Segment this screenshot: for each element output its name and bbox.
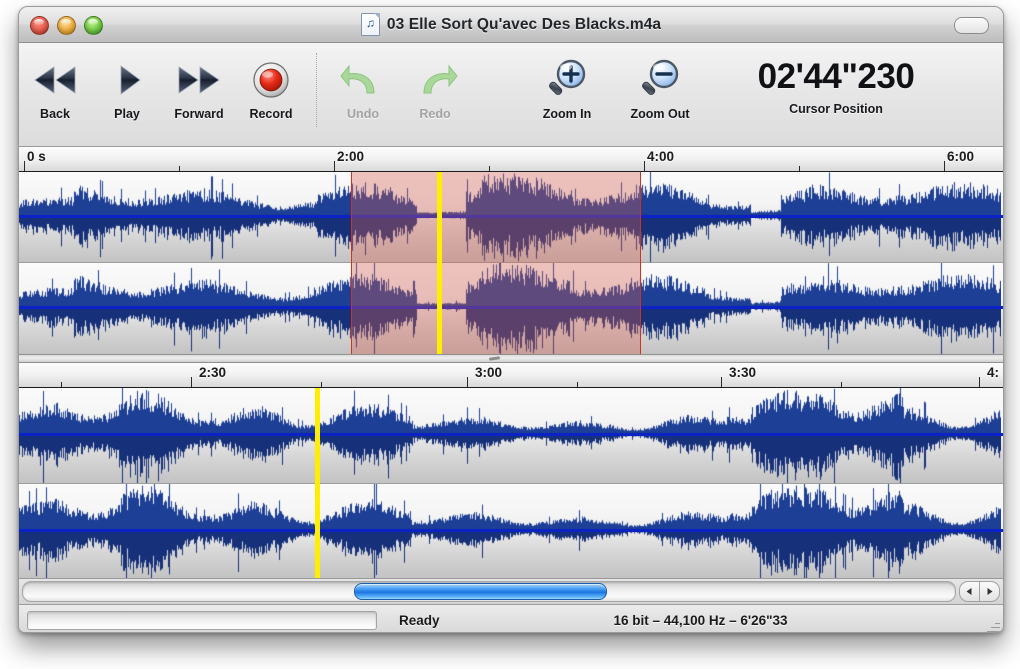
ruler-major-tick: [944, 161, 945, 171]
zoom-in-button[interactable]: Zoom In: [523, 50, 611, 121]
redo-arrow-icon: [412, 54, 458, 106]
ruler-major-tick: [979, 377, 980, 387]
ruler-major-tick: [721, 377, 722, 387]
zoom-out-label: Zoom Out: [630, 107, 689, 121]
ruler-minor-tick: [61, 382, 62, 387]
ruler-time-label: 3:00: [475, 365, 502, 380]
edit-group: Undo Redo: [327, 50, 471, 121]
overview-waveform-panel[interactable]: [19, 172, 1003, 354]
forward-button[interactable]: Forward: [163, 50, 235, 121]
detail-channel-left[interactable]: [19, 388, 1003, 483]
zoom-group: Zoom In Zoom Out: [523, 50, 709, 121]
overview-timeline-ruler[interactable]: 0 s 2:00 4:00 6:00: [19, 147, 1003, 172]
detail-channel-right[interactable]: [19, 483, 1003, 578]
window-resize-grip[interactable]: [986, 619, 1000, 633]
ruler-minor-tick: [321, 382, 322, 387]
record-label: Record: [249, 107, 292, 121]
ruler-minor-tick: [577, 382, 578, 387]
ruler-major-tick: [24, 161, 25, 171]
status-bar: Ready 16 bit – 44,100 Hz – 6'26"33: [19, 604, 1003, 633]
ruler-time-label: 0 s: [27, 149, 46, 164]
main-toolbar: Back: [19, 43, 1003, 147]
ruler-time-label: 2:00: [337, 149, 364, 164]
record-icon: [251, 54, 291, 106]
ruler-major-tick: [467, 377, 468, 387]
play-icon: [109, 54, 145, 106]
scrollbar-thumb[interactable]: [354, 583, 608, 600]
ruler-major-tick: [191, 377, 192, 387]
play-button[interactable]: Play: [91, 50, 163, 121]
scroll-right-arrow-icon[interactable]: [979, 581, 1000, 602]
cursor-position-time: 02'44"230: [758, 54, 915, 100]
ruler-time-label: 6:00: [947, 149, 974, 164]
scrollbar-track[interactable]: [22, 581, 956, 602]
undo-arrow-icon: [340, 54, 386, 106]
ruler-major-tick: [334, 161, 335, 171]
cursor-position-label: Cursor Position: [789, 102, 883, 116]
panel-divider[interactable]: [19, 354, 1003, 363]
undo-label: Undo: [347, 107, 379, 121]
back-label: Back: [40, 107, 70, 121]
record-button[interactable]: Record: [235, 50, 307, 121]
audio-editor-window: ♫ 03 Elle Sort Qu'avec Des Blacks.m4a: [18, 6, 1004, 633]
undo-button[interactable]: Undo: [327, 50, 399, 121]
music-note-document-icon: ♫: [361, 13, 380, 36]
ruler-major-tick: [644, 161, 645, 171]
music-note-glyph: ♫: [362, 17, 379, 29]
back-button[interactable]: Back: [19, 50, 91, 121]
zoom-out-button[interactable]: Zoom Out: [611, 50, 709, 121]
fast-forward-icon: [176, 54, 222, 106]
ruler-time-label: 4:00: [647, 149, 674, 164]
ruler-minor-tick: [489, 166, 490, 171]
redo-button[interactable]: Redo: [399, 50, 471, 121]
forward-label: Forward: [174, 107, 223, 121]
progress-bar: [27, 611, 377, 630]
overview-channel-left[interactable]: [19, 172, 1003, 262]
toolbar-toggle-button[interactable]: [954, 17, 989, 34]
magnifier-minus-icon: [637, 54, 683, 106]
ruler-minor-tick: [179, 166, 180, 171]
rewind-icon: [32, 54, 78, 106]
ruler-minor-tick: [799, 166, 800, 171]
zoom-in-label: Zoom In: [543, 107, 592, 121]
status-message: Ready: [399, 613, 440, 628]
horizontal-scrollbar[interactable]: [19, 578, 1003, 604]
ruler-minor-tick: [841, 382, 842, 387]
overview-channel-right[interactable]: [19, 262, 1003, 354]
window-title: 03 Elle Sort Qu'avec Des Blacks.m4a: [387, 16, 661, 34]
magnifier-plus-icon: [544, 54, 590, 106]
scrollbar-arrows: [959, 581, 1000, 602]
panel-resize-grip[interactable]: [487, 355, 503, 362]
scroll-left-arrow-icon[interactable]: [959, 581, 979, 602]
play-label: Play: [114, 107, 140, 121]
toolbar-separator: [316, 53, 318, 127]
ruler-time-label: 4:: [987, 365, 999, 380]
ruler-time-label: 2:30: [199, 365, 226, 380]
audio-format-info: 16 bit – 44,100 Hz – 6'26"33: [614, 613, 788, 628]
ruler-time-label: 3:30: [729, 365, 756, 380]
detail-waveform-panel[interactable]: [19, 388, 1003, 578]
transport-group: Back: [19, 50, 307, 121]
detail-timeline-ruler[interactable]: 2:30 3:00 3:30 4:: [19, 363, 1003, 388]
redo-label: Redo: [419, 107, 450, 121]
window-title-group: ♫ 03 Elle Sort Qu'avec Des Blacks.m4a: [19, 7, 1003, 42]
cursor-position-display: 02'44"230 Cursor Position: [725, 50, 947, 116]
window-titlebar[interactable]: ♫ 03 Elle Sort Qu'avec Des Blacks.m4a: [19, 7, 1003, 43]
